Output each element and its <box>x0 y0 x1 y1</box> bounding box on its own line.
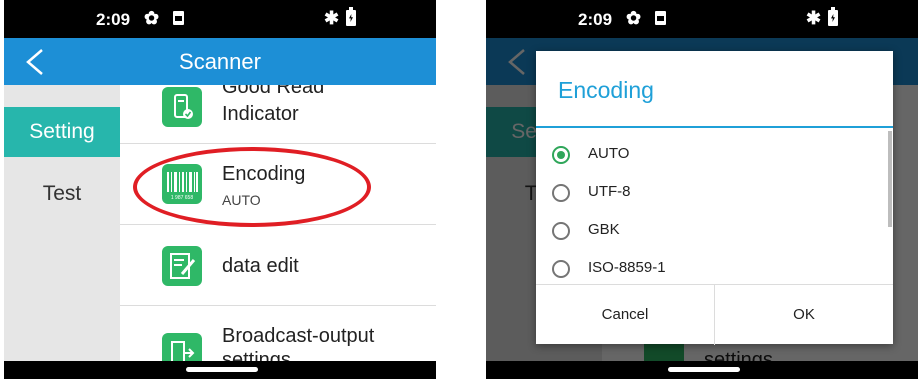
indicator-icon <box>162 87 202 127</box>
encoding-dialog-screen: 2:09 ✿ ✱ Scanner Setting Test settings E… <box>486 0 918 379</box>
page-title: Scanner <box>179 49 261 74</box>
battery-charging-icon <box>828 7 838 26</box>
option-label: AUTO <box>588 145 630 162</box>
navigation-bar <box>4 361 436 379</box>
home-indicator[interactable] <box>186 367 258 372</box>
encoding-dialog: Encoding AUTO UTF-8 GBK ISO-8859-1 Cance… <box>536 51 893 345</box>
sidebar: Setting Test <box>4 85 120 361</box>
data-edit-title: data edit <box>222 255 299 277</box>
tab-setting[interactable]: Setting <box>4 107 120 157</box>
radio-unselected-icon[interactable] <box>552 184 570 202</box>
app-bar: Scanner <box>4 38 436 85</box>
gear-icon: ✿ <box>144 8 160 28</box>
option-auto[interactable]: AUTO <box>536 137 876 175</box>
ok-button[interactable]: OK <box>715 285 893 345</box>
home-indicator[interactable] <box>668 367 740 372</box>
option-gbk[interactable]: GBK <box>536 213 876 251</box>
radio-unselected-icon[interactable] <box>552 222 570 240</box>
highlight-oval <box>133 147 371 227</box>
status-bar: 2:09 ✿ ✱ <box>486 0 918 38</box>
sim-card-icon <box>655 11 666 25</box>
radio-selected-icon[interactable] <box>552 146 570 164</box>
list-item-data-edit[interactable]: data edit <box>120 225 436 306</box>
radio-unselected-icon[interactable] <box>552 260 570 278</box>
list-item-title-line1: Good Read <box>222 85 325 98</box>
option-label: GBK <box>588 221 620 238</box>
list-item-title-line2: Indicator <box>222 103 299 125</box>
bluetooth-icon: ✱ <box>806 8 822 28</box>
dialog-title: Encoding <box>558 77 654 103</box>
cancel-button[interactable]: Cancel <box>536 285 714 345</box>
battery-charging-icon <box>346 7 356 26</box>
dialog-actions: Cancel OK <box>536 284 893 345</box>
tab-test[interactable]: Test <box>4 169 120 219</box>
broadcast-title-line1: Broadcast-output <box>222 325 375 347</box>
option-label: ISO-8859-1 <box>588 259 666 276</box>
navigation-bar <box>486 361 918 379</box>
dialog-scrollbar[interactable] <box>888 131 892 227</box>
broadcast-icon <box>162 333 202 361</box>
gear-icon: ✿ <box>626 8 642 28</box>
status-bar: 2:09 ✿ ✱ <box>4 0 436 38</box>
status-time: 2:09 <box>578 10 613 29</box>
broadcast-title-line2: settings <box>222 349 291 361</box>
list-item-good-read-indicator[interactable]: Good Read Indicator <box>120 85 436 144</box>
status-time: 2:09 <box>96 10 131 29</box>
sim-card-icon <box>173 11 184 25</box>
bluetooth-icon: ✱ <box>324 8 340 28</box>
edit-icon <box>162 246 202 286</box>
option-label: UTF-8 <box>588 183 631 200</box>
list-item-broadcast-output-settings[interactable]: Broadcast-output settings <box>120 306 436 361</box>
option-utf-8[interactable]: UTF-8 <box>536 175 876 213</box>
dialog-title-divider <box>536 126 893 128</box>
